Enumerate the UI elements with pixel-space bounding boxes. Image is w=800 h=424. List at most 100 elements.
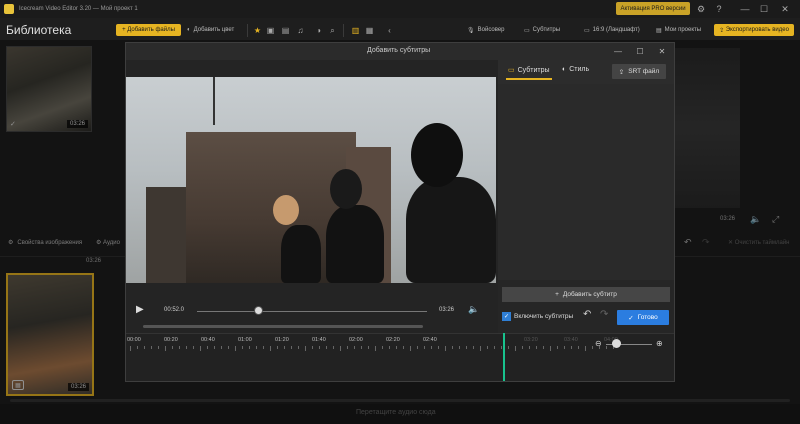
tab-subtitles-label: Субтитры	[517, 66, 550, 74]
tab-style[interactable]: ◐ Стиль	[562, 66, 589, 73]
app-title: Icecream Video Editor 3.20 — Мой проект …	[19, 6, 138, 12]
add-files-label: Добавить файлы	[127, 27, 175, 33]
collapse-chevron-icon[interactable]: ‹	[384, 25, 395, 36]
add-files-button[interactable]: + Добавить файлы	[116, 24, 181, 36]
subtitles-button[interactable]: ▭ Субтитры	[524, 24, 560, 36]
ruler-tick	[200, 346, 201, 351]
ruler-tick	[214, 346, 215, 349]
ruler-tick	[242, 346, 243, 349]
video-icon[interactable]: ▣	[265, 25, 276, 36]
volume-icon[interactable]: 🔈	[468, 304, 479, 315]
dialog-title: Добавить субтитры	[367, 47, 431, 54]
seek-bar[interactable]	[197, 311, 427, 312]
voiceover-button[interactable]: 🎙 Войсовер	[467, 24, 505, 36]
ruler-tick	[410, 346, 411, 351]
zoom-out-icon[interactable]: ⊖	[595, 339, 602, 348]
my-projects-button[interactable]: ▤ Мои проекты	[656, 24, 701, 36]
maximize-icon[interactable]: ☐	[633, 45, 647, 58]
subtitle-timeline-ruler[interactable]: 00:00 00:20 00:40 01:00 01:20 01:40 02:00 02:20…	[126, 333, 674, 381]
ruler-tick	[494, 346, 495, 349]
ruler-tick	[312, 346, 313, 349]
image-icon[interactable]: ▤	[280, 25, 291, 36]
person-head	[273, 195, 299, 225]
ruler-tick	[256, 346, 257, 349]
tab-subtitles[interactable]: ▭ Субтитры	[506, 66, 552, 80]
ruler-tick	[305, 346, 306, 351]
ruler-tick	[543, 346, 544, 349]
ruler-tick	[480, 346, 481, 351]
ruler-tick	[368, 346, 369, 349]
play-icon[interactable]: ▶	[136, 304, 144, 315]
add-color-button[interactable]: ◐ Добавить цвет	[187, 24, 234, 36]
undo-icon[interactable]: ↶	[583, 309, 591, 320]
color-icon[interactable]: ◑	[313, 25, 324, 36]
ruler-tick-label: 00:20	[164, 337, 178, 343]
ruler-tick	[228, 346, 229, 349]
ruler-tick	[340, 346, 341, 351]
add-color-label: Добавить цвет	[193, 27, 235, 33]
seek-knob[interactable]	[254, 306, 263, 315]
zoom-in-icon[interactable]: ⊕	[656, 339, 663, 348]
upload-icon: ⇪	[618, 68, 625, 76]
ruler-tick-label: 02:20	[386, 337, 400, 343]
list-view-icon[interactable]: ▥	[350, 25, 361, 36]
close-icon[interactable]: ✕	[655, 45, 669, 58]
folder-icon: ▤	[656, 27, 662, 34]
my-projects-label: Мои проекты	[664, 27, 702, 33]
ruler-tick	[396, 346, 397, 349]
minimize-icon[interactable]: —	[611, 45, 625, 58]
ruler-tick	[333, 346, 334, 349]
ruler-tick-label: 00:40	[201, 337, 215, 343]
ruler-tick	[389, 346, 390, 349]
search-icon[interactable]: ⌕	[327, 25, 338, 36]
settings-icon[interactable]: ⚙	[694, 2, 708, 16]
ruler-tick	[424, 346, 425, 349]
aspect-ratio-button[interactable]: ▭ 16:9 (Ландшафт)	[584, 24, 640, 36]
ruler-tick	[508, 346, 509, 349]
ruler-tick	[501, 346, 502, 349]
maximize-icon[interactable]: ☐	[757, 2, 771, 16]
minimize-icon[interactable]: —	[738, 2, 752, 16]
video-preview[interactable]	[126, 77, 496, 283]
ruler-tick	[221, 346, 222, 349]
done-label: Готово	[637, 314, 658, 321]
palette-icon: ◐	[562, 66, 567, 73]
redo-icon[interactable]: ↷	[600, 309, 608, 320]
ruler-tick-label: 02:00	[349, 337, 363, 343]
enable-subtitles-checkbox[interactable]: ✓	[502, 312, 511, 321]
playhead[interactable]	[503, 333, 505, 381]
activate-pro-button[interactable]: Активация PRO версии	[616, 2, 690, 15]
grid-view-icon[interactable]: ▦	[364, 25, 375, 36]
ruler-tick	[571, 346, 572, 349]
ruler-tick	[207, 346, 208, 349]
help-icon[interactable]: ?	[712, 2, 726, 16]
mic-icon: 🎙	[467, 27, 475, 34]
player-controls: ▶ 00:52.0 03:26 🔈	[126, 301, 496, 321]
ruler-tick	[326, 346, 327, 349]
ruler-tick	[235, 346, 236, 351]
close-icon[interactable]: ✕	[778, 2, 792, 16]
person	[326, 205, 384, 283]
palette-icon: ◐	[187, 27, 191, 33]
ruler-tick	[144, 346, 145, 349]
panel-tabs: ▭ Субтитры ◐ Стиль ⇪ SRT файл	[498, 60, 674, 84]
ruler-tick-label: 01:40	[312, 337, 326, 343]
srt-file-button[interactable]: ⇪ SRT файл	[612, 64, 666, 79]
star-icon[interactable]: ★	[252, 25, 263, 36]
music-icon[interactable]: ♫	[295, 25, 306, 36]
plus-icon: +	[555, 291, 559, 298]
divider	[343, 24, 344, 37]
horizontal-scrollbar[interactable]	[143, 325, 423, 328]
ruler-tick	[550, 346, 551, 351]
add-subtitle-button[interactable]: + Добавить субтитр	[502, 287, 670, 302]
ruler-tick	[403, 346, 404, 349]
tab-style-label: Стиль	[569, 66, 590, 73]
person	[406, 177, 496, 283]
ruler-tick	[298, 346, 299, 349]
end-time: 03:26	[439, 307, 455, 313]
app-logo	[4, 4, 14, 14]
export-video-button[interactable]: ⇪ Экспортировать видео	[714, 24, 794, 36]
done-button[interactable]: ✓ Готово	[617, 310, 669, 325]
subtitles-list[interactable]	[498, 84, 674, 280]
zoom-knob[interactable]	[612, 339, 621, 348]
